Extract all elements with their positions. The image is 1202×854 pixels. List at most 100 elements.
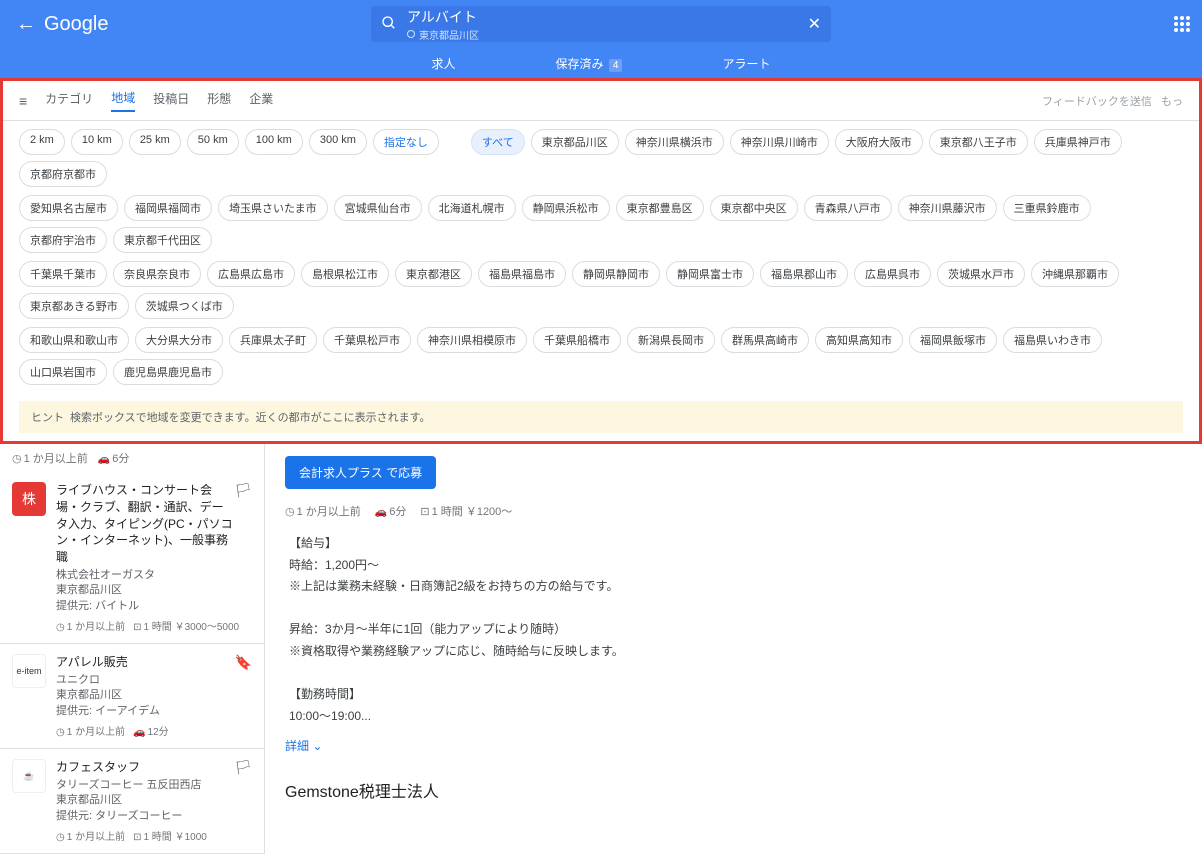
city-chip[interactable]: 東京都品川区 [531,129,619,155]
city-chip[interactable]: 三重県鈴鹿市 [1003,195,1091,221]
city-chip[interactable]: 大分県大分市 [135,327,223,353]
city-chip[interactable]: 宮城県仙台市 [334,195,422,221]
filter-company[interactable]: 企業 [249,90,273,111]
bookmark-icon[interactable]: 🏳 [234,482,252,499]
distance-none-chip[interactable]: 指定なし [373,129,439,155]
job-meta: 1 か月以上前 1 時間 ￥3000～5000 [56,618,252,633]
job-meta: 1 か月以上前 1 時間 ￥1000 [56,828,252,843]
city-chip[interactable]: 福島県郡山市 [760,261,848,287]
city-chip[interactable]: 神奈川県藤沢市 [898,195,997,221]
city-chip[interactable]: 山口県岩国市 [19,359,107,385]
city-chip[interactable]: 東京都豊島区 [616,195,704,221]
job-location: 東京都品川区 [56,793,252,808]
feedback-link[interactable]: フィードバックを送信 もっ [1042,93,1183,109]
job-card[interactable]: 株 ライブハウス・コンサート会場・クラブ、翻訳・通訳、データ入力、タイピング(P… [0,472,264,644]
city-chip[interactable]: 京都府京都市 [19,161,107,187]
tab-saved[interactable]: 保存済み 4 [556,55,623,72]
city-chip[interactable]: 高知県高知市 [815,327,903,353]
city-chip[interactable]: 埼玉県さいたま市 [218,195,328,221]
search-box[interactable]: アルバイト 東京都品川区 ✕ [371,6,831,42]
job-source: 提供元: イーアイデム [56,704,252,719]
city-chip[interactable]: 北海道札幌市 [428,195,516,221]
clock-icon: 1 か月以上前 [12,450,88,466]
job-company: 株式会社オーガスタ [56,568,252,583]
bookmark-icon[interactable]: 🏳 [234,759,252,776]
filter-region[interactable]: 地域 [111,89,135,112]
city-chip[interactable]: 青森県八戸市 [804,195,892,221]
city-chip[interactable]: 鹿児島県鹿児島市 [113,359,223,385]
distance-chip[interactable]: 25 km [129,129,181,155]
car-icon: 6分 [98,450,130,466]
distance-chip[interactable]: 300 km [309,129,367,155]
job-location: 東京都品川区 [56,688,252,703]
distance-chip[interactable]: 2 km [19,129,65,155]
city-chip[interactable]: 沖縄県那覇市 [1031,261,1119,287]
city-chip[interactable]: 広島県広島市 [207,261,295,287]
filter-category[interactable]: カテゴリ [45,90,93,111]
job-source: 提供元: バイトル [56,599,252,614]
city-chip[interactable]: 東京都港区 [395,261,472,287]
city-chip[interactable]: 新潟県長岡市 [627,327,715,353]
job-logo: ☕ [12,759,46,793]
google-logo: Google [44,13,109,36]
city-chip[interactable]: 島根県松江市 [301,261,389,287]
city-chip[interactable]: 愛知県名古屋市 [19,195,118,221]
sliders-icon[interactable]: ≡ [19,93,27,109]
city-chip[interactable]: 茨城県つくば市 [135,293,234,319]
city-chip[interactable]: 広島県呉市 [854,261,931,287]
clear-icon[interactable]: ✕ [808,14,821,34]
job-logo: e-item [12,654,46,688]
job-source: 提供元: タリーズコーヒー [56,809,252,824]
list-meta: 1 か月以上前 6分 [0,444,264,472]
job-location: 東京都品川区 [56,583,252,598]
city-chip[interactable]: 東京都あきる野市 [19,293,129,319]
city-chip[interactable]: 静岡県富士市 [666,261,754,287]
distance-chip[interactable]: 50 km [187,129,239,155]
city-chip[interactable]: 和歌山県和歌山市 [19,327,129,353]
city-chip[interactable]: 大阪府大阪市 [835,129,923,155]
tab-jobs[interactable]: 求人 [432,55,456,72]
city-chip[interactable]: 奈良県奈良市 [113,261,201,287]
city-chip[interactable]: 福岡県福岡市 [124,195,212,221]
city-chip[interactable]: 東京都中央区 [710,195,798,221]
job-card[interactable]: e-item アパレル販売 ユニクロ 東京都品川区 提供元: イーアイデム 1 … [0,644,264,749]
city-chip[interactable]: 福岡県飯塚市 [909,327,997,353]
detail-more-link[interactable]: 詳細 ⌄ [285,737,322,754]
bookmark-icon[interactable]: 🔖 [235,654,252,671]
job-title: カフェスタッフ [56,759,252,776]
city-chip[interactable]: 神奈川県横浜市 [625,129,724,155]
city-chip[interactable]: 群馬県高崎市 [721,327,809,353]
all-chip[interactable]: すべて [471,129,525,155]
filter-type[interactable]: 形態 [207,90,231,111]
city-chip[interactable]: 静岡県浜松市 [522,195,610,221]
distance-chip[interactable]: 100 km [245,129,303,155]
city-chip[interactable]: 東京都千代田区 [113,227,212,253]
apply-button[interactable]: 会計求人プラス で応募 [285,456,436,489]
city-chip[interactable]: 千葉県松戸市 [323,327,411,353]
city-chip[interactable]: 神奈川県相模原市 [417,327,527,353]
job-meta: 1 か月以上前 12分 [56,723,252,738]
city-chip[interactable]: 東京都八王子市 [929,129,1028,155]
apps-icon[interactable] [1174,16,1190,32]
city-chip[interactable]: 静岡県静岡市 [572,261,660,287]
city-chip[interactable]: 京都府宇治市 [19,227,107,253]
city-chip[interactable]: 千葉県船橋市 [533,327,621,353]
city-chip[interactable]: 兵庫県神戸市 [1034,129,1122,155]
company-title: Gemstone税理士法人 [285,778,1182,802]
city-chip[interactable]: 兵庫県太子町 [229,327,317,353]
city-chip[interactable]: 千葉県千葉市 [19,261,107,287]
tab-alerts[interactable]: アラート [722,55,770,72]
job-card[interactable]: ☕ カフェスタッフ タリーズコーヒー 五反田西店 東京都品川区 提供元: タリー… [0,749,264,854]
search-location: 東京都品川区 [407,27,808,42]
city-chip[interactable]: 茨城県水戸市 [937,261,1025,287]
city-chip[interactable]: 福島県福島市 [478,261,566,287]
search-icon [381,15,397,34]
back-arrow-icon[interactable]: ← [16,13,36,36]
city-chip[interactable]: 神奈川県川崎市 [730,129,829,155]
search-query: アルバイト [407,7,808,27]
city-chip[interactable]: 福島県いわき市 [1003,327,1102,353]
job-title: アパレル販売 [56,654,252,671]
distance-chip[interactable]: 10 km [71,129,123,155]
filter-posted[interactable]: 投稿日 [153,90,189,111]
job-company: ユニクロ [56,673,252,688]
